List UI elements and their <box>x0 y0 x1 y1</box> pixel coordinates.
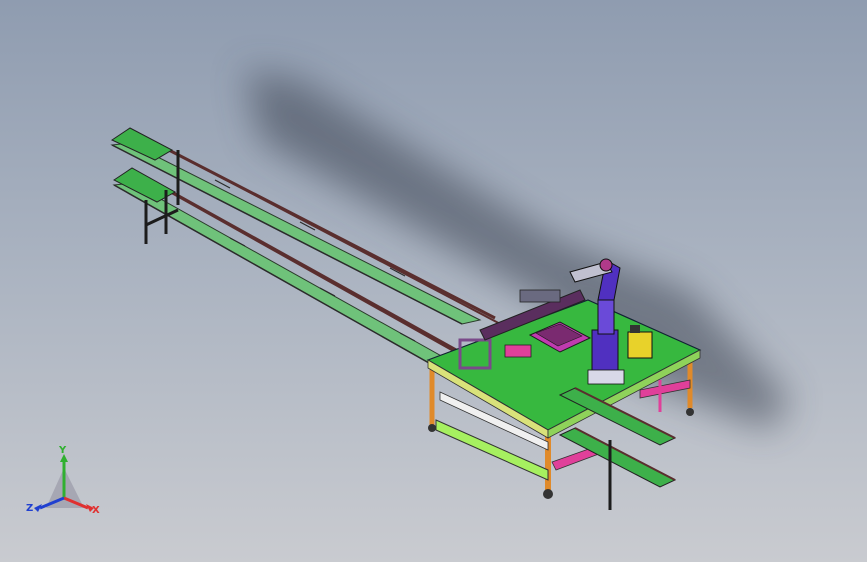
x-axis-label: X <box>92 505 100 516</box>
coordinate-triad[interactable]: Y X Z <box>22 446 112 526</box>
z-axis-label: Z <box>26 503 34 514</box>
assembly-model[interactable] <box>0 0 867 562</box>
cad-viewport[interactable]: Y X Z <box>0 0 867 562</box>
y-axis-label: Y <box>59 445 67 456</box>
